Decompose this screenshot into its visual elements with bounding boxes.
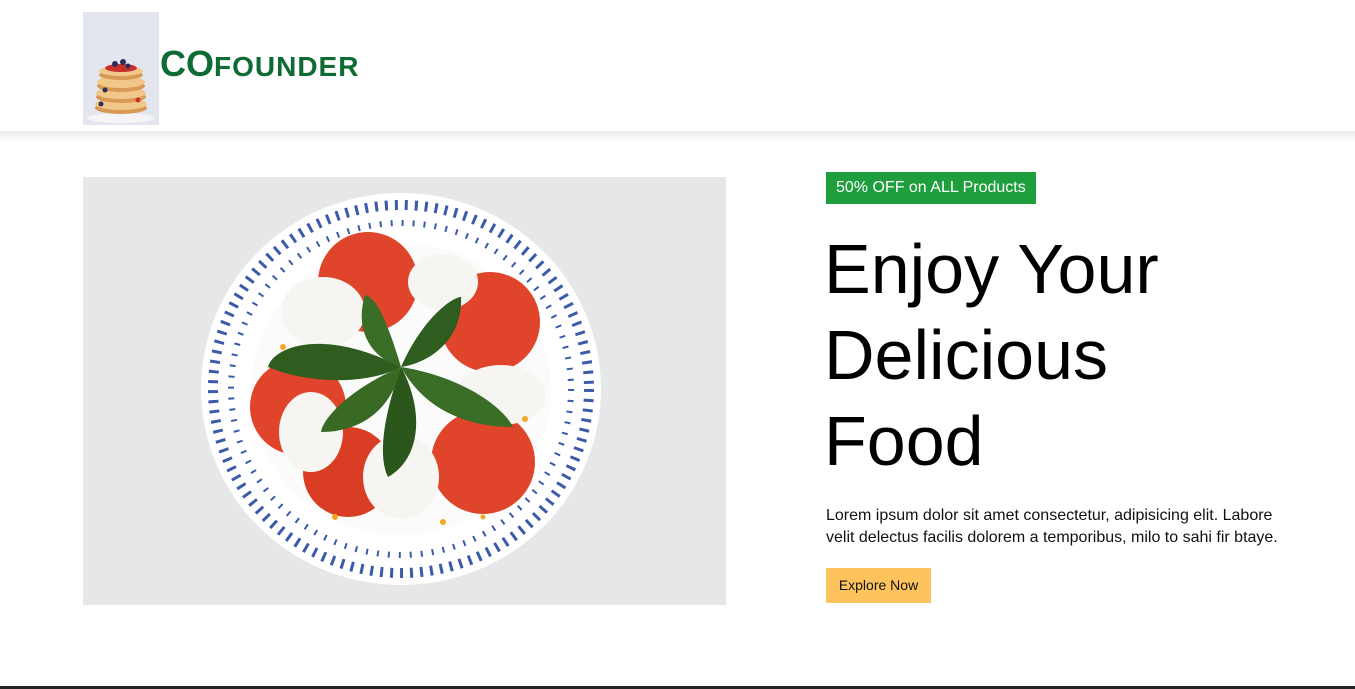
discount-badge: 50% OFF on ALL Products xyxy=(826,172,1036,204)
brand-logo-text[interactable]: COFOUNDER xyxy=(160,46,359,82)
hero-description: Lorem ipsum dolor sit amet consectetur, … xyxy=(826,507,1278,546)
headline-line-3: Food xyxy=(824,402,984,480)
brand-text-co: CO xyxy=(160,43,214,84)
site-header: COFOUNDER xyxy=(0,0,1355,131)
brand-text-founder: FOUNDER xyxy=(214,51,360,82)
header-shadow xyxy=(0,131,1355,143)
pancake-stack-image[interactable] xyxy=(83,12,159,125)
hero-headline: Enjoy Your Delicious Food xyxy=(824,226,1304,484)
caprese-salad-plate-image xyxy=(83,177,726,605)
headline-line-1: Enjoy Your xyxy=(824,230,1159,308)
explore-now-button[interactable]: Explore Now xyxy=(826,568,931,603)
headline-line-2: Delicious xyxy=(824,316,1108,394)
